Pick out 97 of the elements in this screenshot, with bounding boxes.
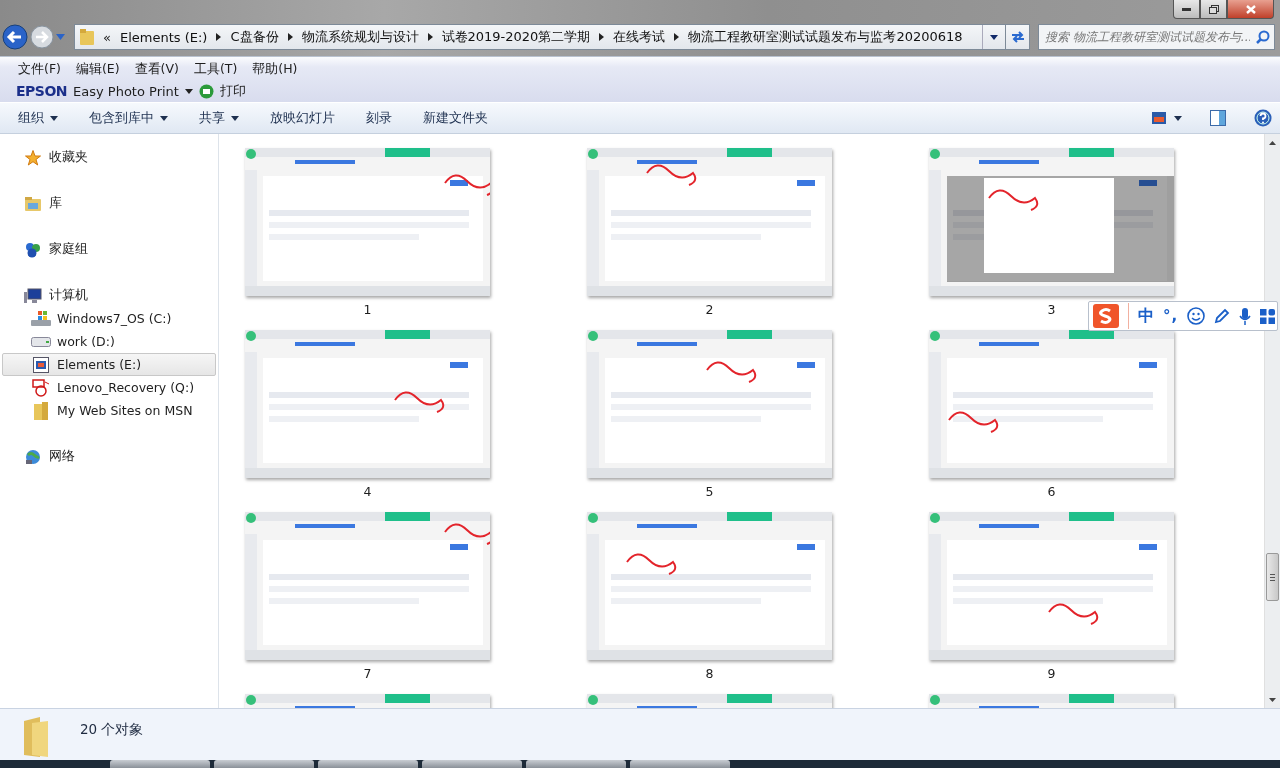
library-icon <box>25 196 41 211</box>
file-name[interactable]: 4 <box>363 484 372 499</box>
file-name[interactable]: 1 <box>363 302 372 317</box>
scroll-up-icon <box>1269 140 1276 145</box>
separator-icon <box>287 33 293 41</box>
sidebar-item[interactable]: 收藏夹 <box>2 146 216 169</box>
sidebar-item[interactable]: 库 <box>2 192 216 215</box>
scrollbar[interactable] <box>1264 134 1280 708</box>
sidebar-item[interactable]: Windows7_OS (C:) <box>2 307 216 330</box>
menu-item[interactable]: 查看(V) <box>134 60 179 78</box>
toolbar-button[interactable]: 共享 <box>191 105 247 131</box>
menu-item[interactable]: 帮助(H) <box>252 60 298 78</box>
folder-icon <box>34 401 48 420</box>
restore-icon <box>1208 4 1219 14</box>
recovery-icon <box>32 378 50 397</box>
taskbar-button[interactable] <box>526 760 626 768</box>
item-count: 20 个对象 <box>80 721 144 739</box>
refresh-button[interactable] <box>1006 24 1030 50</box>
grid-icon[interactable] <box>1260 308 1276 324</box>
taskbar-button[interactable] <box>214 760 314 768</box>
breadcrumb[interactable]: C盘备份 <box>230 28 279 46</box>
caret-icon <box>50 115 58 121</box>
file-name[interactable]: 7 <box>363 666 372 681</box>
close-button[interactable] <box>1227 0 1274 19</box>
drive-icon <box>31 310 51 327</box>
printer-icon <box>198 83 214 99</box>
print-button[interactable]: 打印 <box>219 82 246 100</box>
help-button[interactable] <box>1254 109 1272 127</box>
toolbar-button[interactable]: 放映幻灯片 <box>262 105 343 131</box>
computer-icon <box>24 287 42 304</box>
sidebar-item[interactable]: 家庭组 <box>2 238 216 261</box>
homegroup-icon <box>25 241 41 258</box>
menu-item[interactable]: 文件(F) <box>18 60 61 78</box>
breadcrumb[interactable]: 物流工程教研室测试试题发布与监考20200618 <box>688 28 963 46</box>
breadcrumb[interactable]: 试卷2019-2020第二学期 <box>441 28 591 46</box>
file-name[interactable]: 6 <box>1047 484 1056 499</box>
input-mode-toggle[interactable]: 中 <box>1138 305 1154 327</box>
star-icon <box>25 149 41 166</box>
search-icon <box>1256 30 1270 44</box>
caret-icon <box>184 88 193 94</box>
separator-icon <box>599 33 605 41</box>
file-name[interactable]: 8 <box>705 666 714 681</box>
taskbar-button[interactable] <box>630 760 730 768</box>
breadcrumb[interactable]: 在线考试 <box>613 28 666 46</box>
view-button[interactable] <box>1152 112 1182 124</box>
separator-icon <box>674 33 680 41</box>
network-icon <box>25 448 41 465</box>
sidebar-item[interactable]: My Web Sites on MSN <box>2 399 216 422</box>
file-name[interactable]: 9 <box>1047 666 1056 681</box>
sidebar-item[interactable]: 网络 <box>2 445 216 468</box>
breadcrumb[interactable]: Elements (E:) <box>119 29 208 45</box>
folder-icon <box>80 29 94 45</box>
file-name[interactable]: 2 <box>705 302 714 317</box>
breadcrumb[interactable]: 物流系统规划与设计 <box>301 28 419 46</box>
punctuation-toggle[interactable]: °, <box>1163 307 1179 325</box>
preview-pane-button[interactable] <box>1210 110 1226 126</box>
drive-icon <box>31 336 51 347</box>
drive-window-icon <box>33 356 49 373</box>
file-name[interactable]: 5 <box>705 484 714 499</box>
search-field[interactable]: 搜索 物流工程教研室测试试题发布与... <box>1038 24 1275 50</box>
app-dropdown[interactable]: Easy Photo Print <box>73 83 179 99</box>
separator-icon <box>216 33 222 41</box>
toolbar-button[interactable]: 组织 <box>10 105 66 131</box>
caret-icon <box>231 115 239 121</box>
brand-label: EPSON <box>16 83 68 99</box>
taskbar-button[interactable] <box>110 760 210 768</box>
caret-icon <box>160 115 168 121</box>
sidebar-item[interactable]: Lenovo_Recovery (Q:) <box>2 376 216 399</box>
taskbar-button[interactable] <box>318 760 418 768</box>
restore-button[interactable] <box>1200 0 1227 19</box>
pencil-icon[interactable] <box>1214 308 1231 324</box>
minimize-icon <box>1182 7 1191 11</box>
history-dropdown[interactable] <box>56 34 65 40</box>
emoji-icon[interactable] <box>1187 307 1206 325</box>
close-icon <box>1245 4 1256 14</box>
sidebar-item[interactable]: work (D:) <box>2 330 216 353</box>
minimize-button[interactable] <box>1173 0 1200 19</box>
overflow-chevron[interactable]: « <box>103 29 111 45</box>
sidebar-item[interactable]: 计算机 <box>2 284 216 307</box>
logo-icon <box>1093 304 1119 328</box>
refresh-icon <box>1009 30 1026 44</box>
microphone-icon[interactable] <box>1239 307 1252 325</box>
toolbar-button[interactable]: 刻录 <box>358 105 400 131</box>
menu-item[interactable]: 编辑(E) <box>75 60 120 78</box>
sidebar-item[interactable]: Elements (E:) <box>2 353 216 376</box>
caret-icon <box>990 34 998 40</box>
address-bar[interactable]: « Elements (E:) C盘备份 物流系统规划与设计 试卷2019-2020第二学期 在线考试 物流工程教研室测试试题发布与监考20200618 <box>74 24 1006 50</box>
toolbar-button[interactable]: 新建文件夹 <box>415 105 496 131</box>
taskbar-button[interactable] <box>422 760 522 768</box>
caret-icon <box>1174 115 1182 121</box>
back-button[interactable] <box>2 24 28 50</box>
toolbar-button[interactable]: 包含到库中 <box>81 105 176 131</box>
separator-icon <box>427 33 433 41</box>
scroll-down-icon <box>1269 697 1276 702</box>
view-icon <box>1152 112 1166 124</box>
file-name[interactable]: 3 <box>1047 302 1056 317</box>
menu-item[interactable]: 工具(T) <box>193 60 238 78</box>
